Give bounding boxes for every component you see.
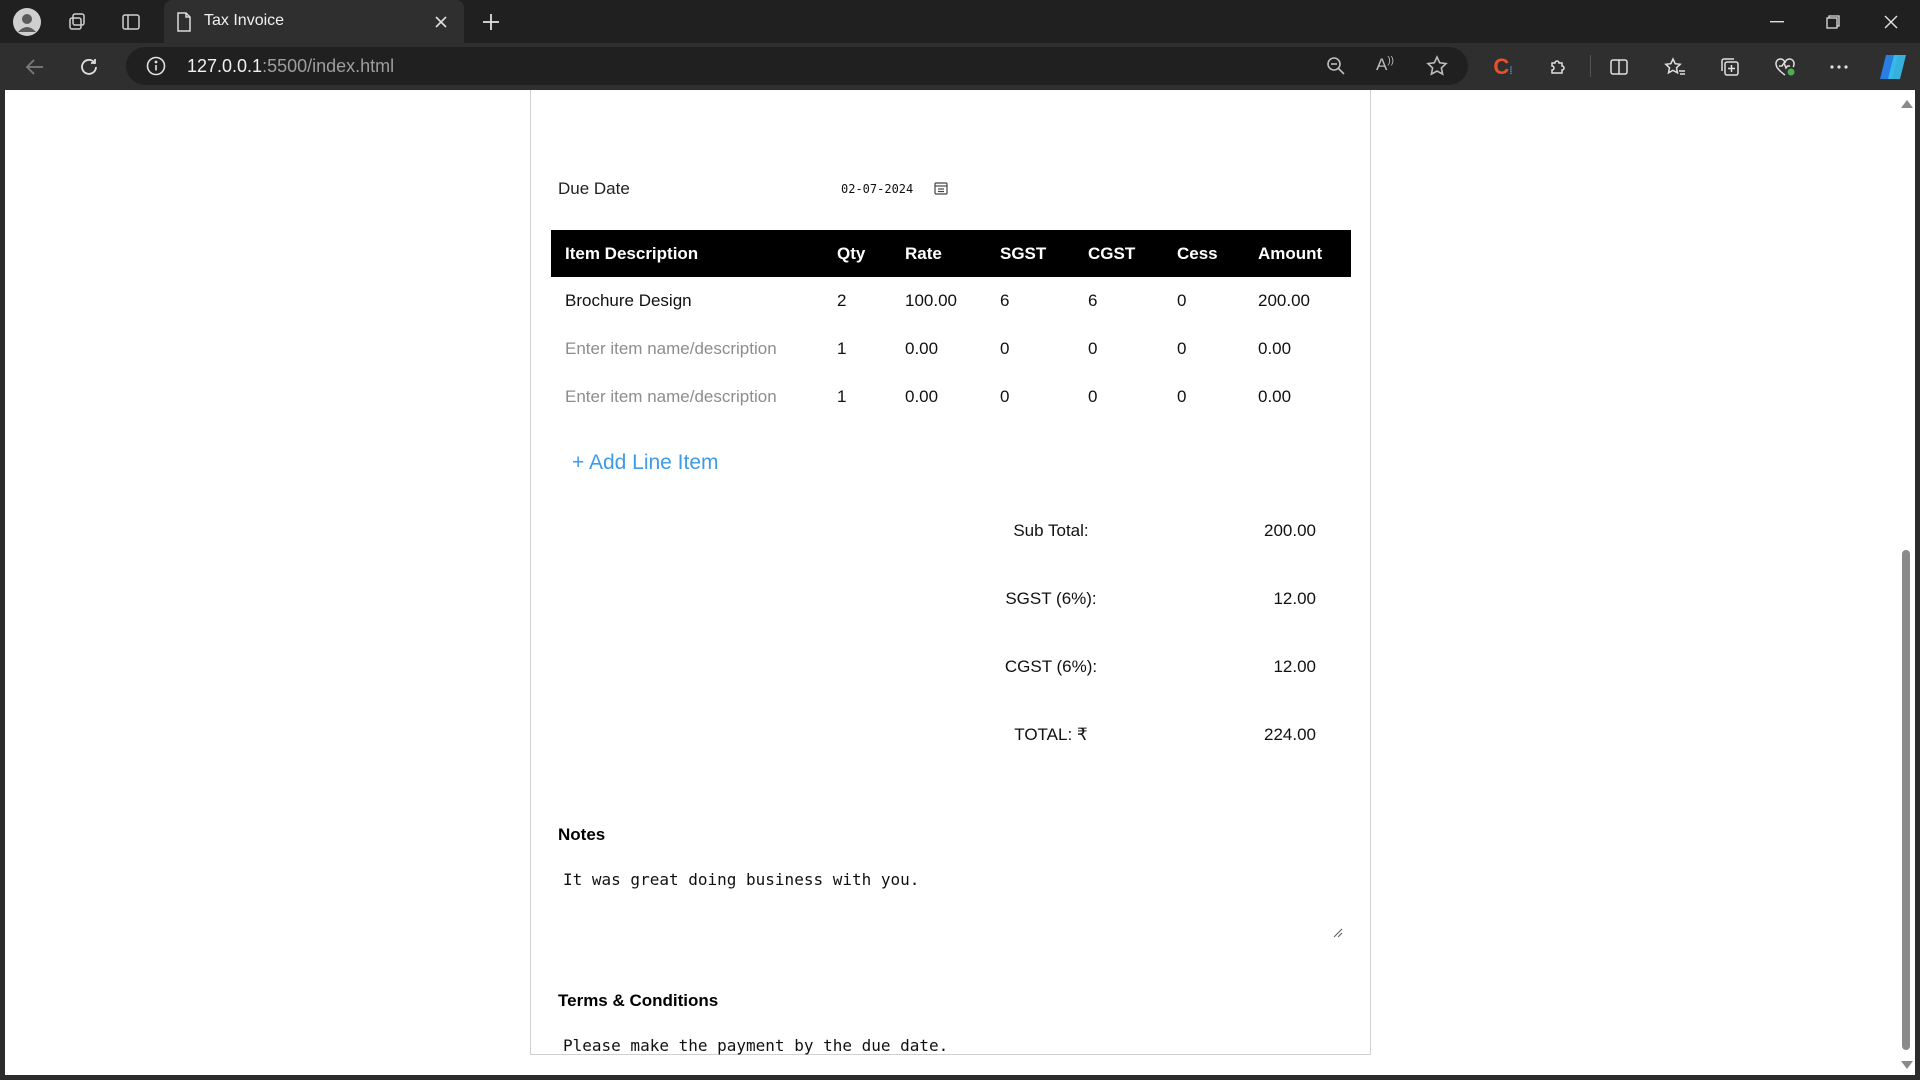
subtotal-label: Sub Total:: [1013, 521, 1089, 540]
url-text[interactable]: 127.0.0.1:5500/index.html: [187, 47, 394, 85]
cgst-total-label: CGST (6%):: [1004, 657, 1098, 676]
terms-text: Please make the payment by the due date.: [563, 1036, 949, 1055]
notes-textarea[interactable]: It was great doing business with you.: [555, 858, 1346, 938]
item-description-input[interactable]: Brochure Design: [551, 277, 837, 325]
tab-actions-icon[interactable]: [116, 0, 146, 43]
page-icon: [176, 12, 192, 37]
window-bottom-edge: [0, 1075, 1920, 1080]
terms-label: Terms & Conditions: [558, 991, 719, 1010]
sgst-total-value: 12.00: [1273, 589, 1316, 608]
add-line-item-button[interactable]: + Add Line Item: [572, 451, 719, 475]
table-row: Enter item name/description 1 0.00 0 0 0…: [551, 373, 1351, 421]
scroll-down-icon[interactable]: [1901, 1061, 1913, 1069]
due-date-label: Due Date: [558, 179, 630, 198]
scroll-up-icon[interactable]: [1901, 100, 1913, 108]
column-header: Cess: [1177, 230, 1258, 277]
cess-input[interactable]: 0: [1177, 325, 1258, 373]
amount-value: 0.00: [1258, 387, 1292, 406]
sgst-input[interactable]: 0: [1000, 373, 1088, 421]
refresh-icon[interactable]: [74, 43, 104, 90]
collections-icon[interactable]: [1715, 43, 1745, 90]
favorite-star-icon[interactable]: [1426, 55, 1448, 82]
column-header: SGST: [1000, 230, 1088, 277]
notes-text: It was great doing business with you.: [563, 870, 920, 889]
calendar-icon[interactable]: [934, 181, 950, 197]
url-path: :5500/index.html: [262, 56, 395, 76]
more-options-icon[interactable]: [1824, 43, 1854, 90]
column-header: Item Description: [551, 230, 837, 277]
sgst-input[interactable]: 0: [1000, 325, 1088, 373]
sgst-total-label: SGST (6%):: [1005, 589, 1097, 608]
vertical-scrollbar[interactable]: [1897, 90, 1915, 1075]
new-tab-icon[interactable]: [476, 0, 506, 43]
browser-title-bar: Tax Invoice: [0, 0, 1920, 43]
tab-title: Tax Invoice: [204, 12, 285, 29]
amount-value: 200.00: [1258, 291, 1310, 310]
read-aloud-icon[interactable]: A)): [1376, 55, 1394, 75]
amount-value: 0.00: [1258, 339, 1292, 358]
qty-input[interactable]: 1: [837, 373, 905, 421]
rate-input[interactable]: 0.00: [905, 325, 1000, 373]
due-date-input[interactable]: 02-07-2024: [841, 182, 913, 196]
extension-c-icon[interactable]: C⁞: [1488, 43, 1518, 90]
address-bar[interactable]: 127.0.0.1:5500/index.html A)): [126, 47, 1468, 85]
split-screen-icon[interactable]: [1604, 43, 1634, 90]
item-description-input[interactable]: Enter item name/description: [551, 373, 837, 421]
favorites-icon[interactable]: [1660, 43, 1690, 90]
grand-total-label: TOTAL: ₹: [1014, 725, 1088, 744]
qty-input[interactable]: 2: [837, 277, 905, 325]
minimize-icon[interactable]: [1762, 0, 1792, 43]
rate-input[interactable]: 100.00: [905, 277, 1000, 325]
invoice-card: Due Date 02-07-2024 Item Description Qty…: [530, 90, 1371, 1055]
scrollbar-thumb[interactable]: [1902, 550, 1910, 1050]
table-row: Brochure Design 2 100.00 6 6 0 200.00: [551, 277, 1351, 325]
qty-input[interactable]: 1: [837, 325, 905, 373]
extensions-puzzle-icon[interactable]: [1543, 43, 1573, 90]
profile-avatar-icon[interactable]: [10, 0, 44, 43]
cgst-input[interactable]: 0: [1088, 325, 1177, 373]
table-header-row: Item Description Qty Rate SGST CGST Cess…: [551, 230, 1351, 277]
line-items-table: Item Description Qty Rate SGST CGST Cess…: [551, 230, 1351, 421]
cess-input[interactable]: 0: [1177, 373, 1258, 421]
grand-total-value: 224.00: [1264, 725, 1316, 744]
resize-handle-icon[interactable]: [1333, 925, 1343, 938]
cgst-total-value: 12.00: [1273, 657, 1316, 676]
rate-input[interactable]: 0.00: [905, 373, 1000, 421]
browser-toolbar: 127.0.0.1:5500/index.html A)) C⁞: [0, 43, 1920, 90]
terms-textarea[interactable]: Please make the payment by the due date.: [555, 1024, 1346, 1075]
url-host: 127.0.0.1: [187, 56, 263, 76]
column-header: Rate: [905, 230, 1000, 277]
cgst-input[interactable]: 6: [1088, 277, 1177, 325]
sgst-input[interactable]: 6: [1000, 277, 1088, 325]
browser-tab[interactable]: Tax Invoice: [164, 0, 464, 43]
close-tab-icon[interactable]: [428, 0, 454, 43]
cgst-input[interactable]: 0: [1088, 373, 1177, 421]
column-header: CGST: [1088, 230, 1177, 277]
restore-icon[interactable]: [1818, 0, 1848, 43]
close-window-icon[interactable]: [1876, 0, 1906, 43]
column-header: Qty: [837, 230, 905, 277]
workspaces-icon[interactable]: [62, 0, 92, 43]
site-info-icon[interactable]: [146, 56, 166, 81]
item-description-input[interactable]: Enter item name/description: [551, 325, 837, 373]
subtotal-value: 200.00: [1264, 521, 1316, 540]
browser-essentials-icon[interactable]: [1770, 43, 1800, 90]
table-row: Enter item name/description 1 0.00 0 0 0…: [551, 325, 1351, 373]
zoom-icon[interactable]: [1326, 56, 1346, 81]
cess-input[interactable]: 0: [1177, 277, 1258, 325]
copilot-icon[interactable]: [1876, 43, 1910, 90]
column-header: Amount: [1258, 230, 1351, 277]
toolbar-divider: [1590, 55, 1591, 77]
notes-label: Notes: [558, 825, 606, 844]
back-icon[interactable]: [20, 43, 50, 90]
page-viewport: Due Date 02-07-2024 Item Description Qty…: [5, 90, 1897, 1075]
